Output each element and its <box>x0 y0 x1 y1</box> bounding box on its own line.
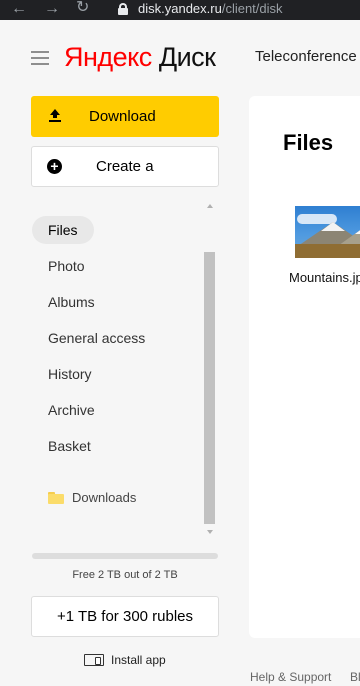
devices-icon <box>84 654 104 666</box>
address-bar[interactable]: disk.yandex.ru/client/disk <box>138 1 283 17</box>
scrollbar-thumb[interactable] <box>204 252 215 524</box>
download-button[interactable]: Download <box>31 96 219 137</box>
folder-label: Downloads <box>72 490 137 505</box>
create-button[interactable]: + Create a <box>31 146 219 187</box>
footer-link[interactable]: Bl <box>350 669 360 685</box>
folder-icon <box>48 492 64 504</box>
sidebar-item-history[interactable]: History <box>32 360 108 388</box>
app-header: Яндекс Диск Teleconference <box>0 20 360 96</box>
url-path: /client/disk <box>221 1 283 16</box>
file-name[interactable]: Mountains.jpg <box>289 270 360 286</box>
help-support-link[interactable]: Help & Support <box>250 669 331 685</box>
sidebar-item-files[interactable]: Files <box>32 216 94 244</box>
install-app-label: Install app <box>111 653 166 667</box>
buy-space-button[interactable]: +1 TB for 300 rubles <box>31 596 219 637</box>
storage-quota-bar <box>32 553 218 559</box>
forward-arrow-icon[interactable]: → <box>44 1 60 17</box>
scroll-up-icon[interactable] <box>207 204 213 208</box>
back-arrow-icon[interactable]: ← <box>11 1 27 17</box>
sidebar-item-photo[interactable]: Photo <box>32 252 101 280</box>
page-title: Files <box>283 130 334 155</box>
sidebar-item-general-access[interactable]: General access <box>32 324 161 352</box>
sidebar-scrollbar[interactable] <box>203 200 216 538</box>
header-tab-teleconference[interactable]: Teleconference <box>255 48 357 65</box>
download-button-label: Download <box>89 108 156 125</box>
upload-icon <box>49 109 61 122</box>
reload-icon[interactable]: ↻ <box>76 0 89 16</box>
storage-quota-text: Free 2 TB out of 2 TB <box>72 569 178 581</box>
url-host: disk.yandex.ru <box>138 1 222 16</box>
sidebar-item-albums[interactable]: Albums <box>32 288 111 316</box>
yandex-disk-logo[interactable]: Яндекс Диск <box>64 42 216 72</box>
sidebar-item-archive[interactable]: Archive <box>32 396 111 424</box>
create-button-label: Create a <box>96 158 154 175</box>
plus-circle-icon: + <box>47 159 62 174</box>
browser-toolbar: ← → ↻ disk.yandex.ru/client/disk <box>0 0 360 20</box>
file-thumbnail[interactable] <box>295 206 360 258</box>
main-content: Files Mountains.jpg <box>249 96 360 638</box>
menu-icon[interactable] <box>31 51 49 65</box>
scroll-down-icon[interactable] <box>207 530 213 534</box>
lock-icon <box>118 3 128 15</box>
sidebar-item-basket[interactable]: Basket <box>32 432 107 460</box>
